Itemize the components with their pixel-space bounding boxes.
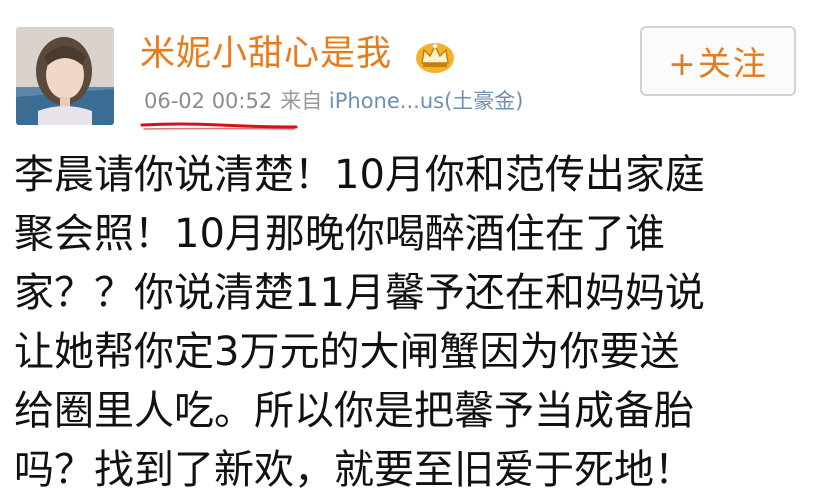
crown-badge-icon xyxy=(414,38,456,74)
post-body: 李晨请你说清楚！10月你和范传出家庭 聚会照！10月那晚你喝醉酒住在了谁 家？？… xyxy=(14,146,814,500)
avatar[interactable] xyxy=(16,27,114,125)
post-source[interactable]: iPhone...us(土豪金) xyxy=(329,89,524,113)
username-link[interactable]: 米妮小甜心是我 xyxy=(140,32,392,76)
post-meta: 06-02 00:52 来自 iPhone...us(土豪金) xyxy=(144,86,523,116)
from-label: 来自 xyxy=(280,89,323,113)
post-text-line: 吗？找到了新欢，就要至旧爱于死地！ xyxy=(14,447,694,493)
follow-button[interactable]: +关注 xyxy=(640,26,796,96)
post-text-line: 给圈里人吃。所以你是把馨予当成备胎 xyxy=(14,388,694,434)
post-text-line: 聚会照！10月那晚你喝醉酒住在了谁 xyxy=(14,211,665,257)
red-underline-annotation xyxy=(140,118,298,130)
avatar-image xyxy=(16,27,114,125)
post-text-line: 李晨请你说清楚！10月你和范传出家庭 xyxy=(14,152,705,198)
post-text-line: 家？？你说清楚11月馨予还在和妈妈说 xyxy=(14,270,705,316)
post-timestamp[interactable]: 06-02 00:52 xyxy=(144,89,272,113)
post-header: 米妮小甜心是我 06-02 00:52 来自 iPhone...us(土豪金) +… xyxy=(0,0,820,140)
post-text-line: 让她帮你定3万元的大闸蟹因为你要送 xyxy=(14,329,680,375)
